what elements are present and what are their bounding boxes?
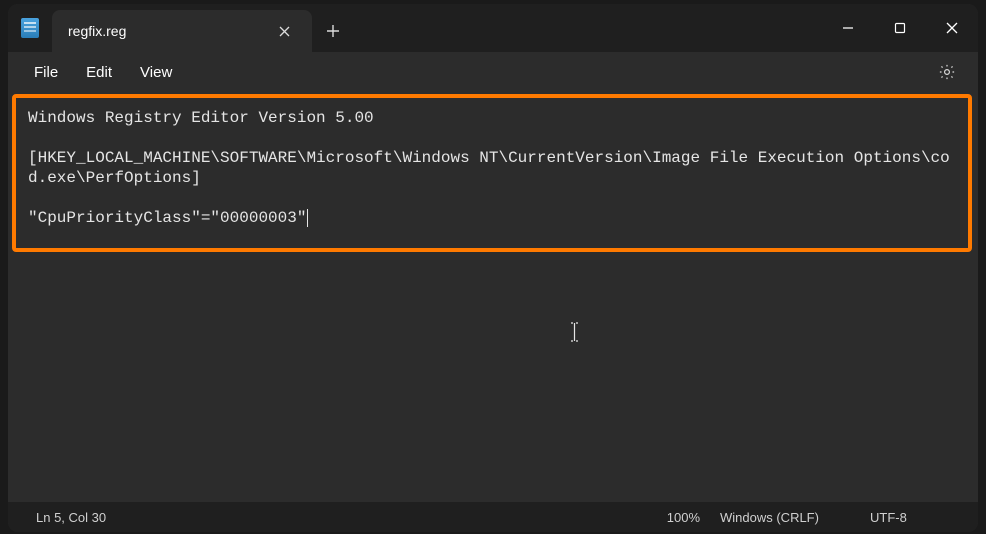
- status-zoom[interactable]: 100%: [657, 510, 710, 525]
- status-cursor-position[interactable]: Ln 5, Col 30: [26, 510, 116, 525]
- gear-icon: [938, 63, 956, 81]
- maximize-icon: [894, 22, 906, 34]
- menu-edit[interactable]: Edit: [74, 58, 124, 87]
- editor-line-3: [HKEY_LOCAL_MACHINE\SOFTWARE\Microsoft\W…: [28, 149, 950, 187]
- editor-area: Windows Registry Editor Version 5.00 [HK…: [8, 92, 978, 502]
- minimize-button[interactable]: [822, 4, 874, 52]
- tab-title: regfix.reg: [68, 23, 270, 39]
- notepad-icon: [21, 18, 39, 38]
- statusbar: Ln 5, Col 30 100% Windows (CRLF) UTF-8: [8, 502, 978, 532]
- maximize-button[interactable]: [874, 4, 926, 52]
- minimize-icon: [842, 22, 854, 34]
- settings-button[interactable]: [930, 55, 964, 89]
- menu-file[interactable]: File: [22, 58, 70, 87]
- notepad-window: regfix.reg File Edit View: [8, 4, 978, 532]
- menu-view[interactable]: View: [128, 58, 184, 87]
- status-encoding[interactable]: UTF-8: [860, 510, 960, 525]
- close-icon: [946, 22, 958, 34]
- app-icon: [8, 4, 52, 52]
- close-window-button[interactable]: [926, 4, 978, 52]
- active-tab[interactable]: regfix.reg: [52, 10, 312, 52]
- editor-line-1: Windows Registry Editor Version 5.00: [28, 109, 374, 127]
- text-caret: [307, 209, 308, 227]
- close-icon: [279, 26, 290, 37]
- titlebar: regfix.reg: [8, 4, 978, 52]
- menubar: File Edit View: [8, 52, 978, 92]
- titlebar-drag-area[interactable]: [354, 4, 822, 52]
- mouse-ibeam-cursor: [570, 282, 571, 302]
- plus-icon: [326, 24, 340, 38]
- new-tab-button[interactable]: [312, 10, 354, 52]
- status-line-ending[interactable]: Windows (CRLF): [710, 510, 860, 525]
- window-controls: [822, 4, 978, 52]
- editor-line-5: "CpuPriorityClass"="00000003": [28, 209, 306, 227]
- tab-close-button[interactable]: [270, 17, 298, 45]
- text-editor[interactable]: Windows Registry Editor Version 5.00 [HK…: [14, 98, 972, 502]
